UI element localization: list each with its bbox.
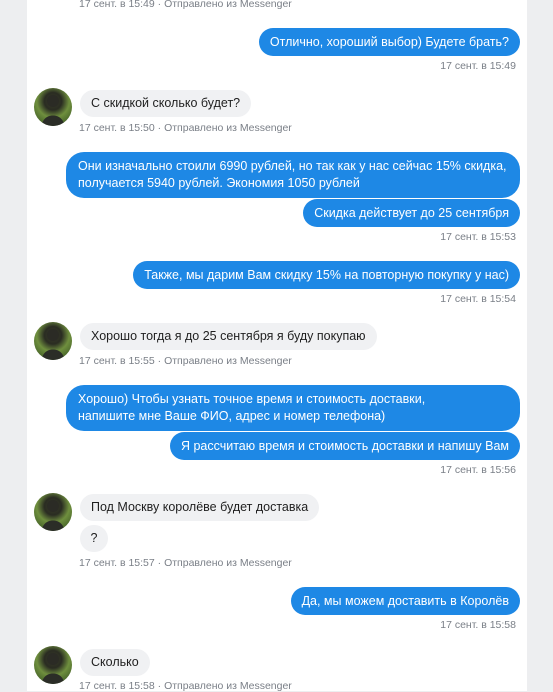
message-time: 17 сент. в 15:53	[440, 231, 516, 243]
avatar[interactable]	[34, 322, 72, 360]
message-meta: 17 сент. в 15:50 · Отправлено из Messeng…	[79, 122, 292, 134]
avatar[interactable]	[34, 88, 72, 126]
message-time: 17 сент. в 15:54	[440, 293, 516, 305]
message-meta: 17 сент. в 15:58 · Отправлено из Messeng…	[79, 680, 292, 692]
avatar-photo-icon	[42, 653, 64, 684]
outgoing-message[interactable]: Скидка действует до 25 сентября	[303, 199, 520, 227]
avatar-photo-icon	[42, 500, 64, 531]
outgoing-message[interactable]: Отлично, хороший выбор) Будете брать?	[258, 28, 520, 56]
avatar-photo-icon	[42, 95, 64, 126]
message-time: 17 сент. в 15:49	[440, 60, 516, 72]
outgoing-message[interactable]: Да, мы можем доставить в Королёв	[290, 587, 520, 615]
message-meta: 17 сент. в 15:55 · Отправлено из Messeng…	[79, 355, 292, 367]
outgoing-message[interactable]: Я рассчитаю время и стоимость доставки и…	[169, 432, 520, 460]
message-meta: 17 сент. в 15:57 · Отправлено из Messeng…	[79, 557, 292, 569]
incoming-message[interactable]: С скидкой сколько будет?	[80, 90, 252, 117]
message-meta: 17 сент. в 15:49 · Отправлено из Messeng…	[79, 0, 292, 10]
incoming-message[interactable]: Хорошо тогда я до 25 сентября я буду пок…	[80, 323, 377, 350]
outgoing-message[interactable]: Хорошо) Чтобы узнать точное время и стои…	[66, 385, 520, 431]
avatar-photo-icon	[42, 329, 64, 360]
incoming-message[interactable]: ?	[80, 525, 108, 552]
message-time: 17 сент. в 15:58	[440, 619, 516, 631]
outgoing-message[interactable]: Также, мы дарим Вам скидку 15% на повтор…	[133, 261, 520, 289]
incoming-message[interactable]: Сколько	[80, 649, 150, 676]
avatar[interactable]	[34, 493, 72, 531]
message-time: 17 сент. в 15:56	[440, 464, 516, 476]
incoming-message[interactable]: Под Москву королёве будет доставка	[80, 494, 320, 521]
avatar[interactable]	[34, 646, 72, 684]
outgoing-message[interactable]: Они изначально стоили 6990 рублей, но та…	[66, 152, 520, 198]
